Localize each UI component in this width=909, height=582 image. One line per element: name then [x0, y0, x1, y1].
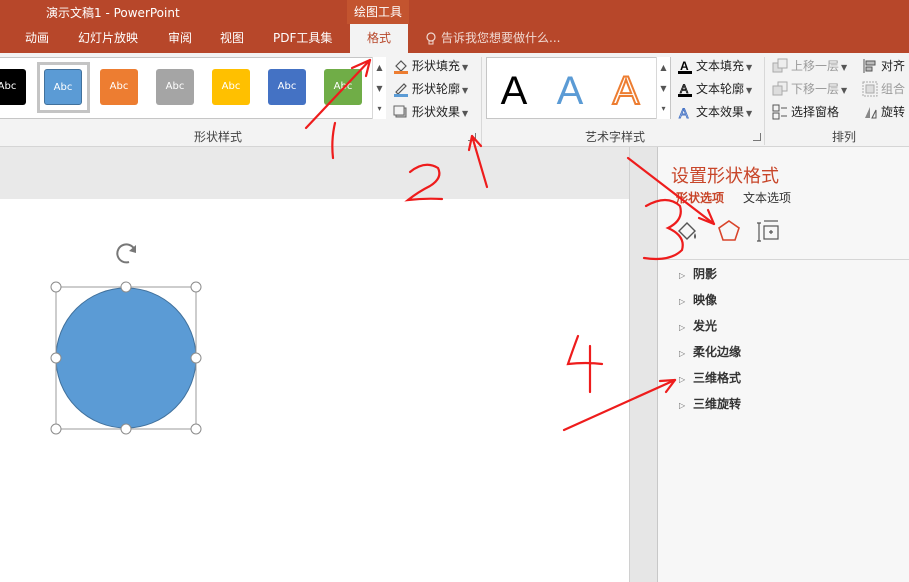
- align-button[interactable]: 对齐: [862, 56, 905, 76]
- gallery-more-button[interactable]: ▾: [372, 98, 386, 119]
- tab-format[interactable]: 格式: [350, 24, 408, 53]
- shape-style-gold[interactable]: Abc: [212, 69, 250, 105]
- wordart-scroll-down-button[interactable]: ▼: [656, 78, 670, 99]
- shape-style-blue[interactable]: Abc: [44, 69, 82, 105]
- tell-me-box[interactable]: 告诉我您想要做什么...: [425, 24, 560, 53]
- text-fill-icon: A: [678, 59, 692, 74]
- paint-bucket-icon: [394, 60, 408, 74]
- wordart-style-black[interactable]: A: [486, 62, 542, 120]
- text-outline-icon: A: [678, 82, 692, 97]
- resize-handle-right[interactable]: [190, 352, 202, 364]
- resize-handle-top-right[interactable]: [190, 281, 202, 293]
- section-3d-rotation[interactable]: ▷ 三维旋转: [679, 395, 741, 413]
- ribbon-tab-bar: 动画 幻灯片放映 审阅 视图 PDF工具集 格式 告诉我您想要做什么...: [0, 24, 909, 53]
- send-backward-icon: [772, 81, 788, 96]
- lightbulb-icon: [426, 32, 436, 45]
- drawing-tools-context-label: 绘图工具: [347, 0, 409, 24]
- annotation-number-2: [404, 163, 444, 202]
- wordart-more-button[interactable]: ▾: [656, 98, 670, 119]
- gallery-scroll-up-button[interactable]: ▲: [372, 57, 386, 78]
- shape-style-gray[interactable]: Abc: [156, 69, 194, 105]
- size-properties-icon[interactable]: [756, 217, 782, 245]
- selection-pane-button[interactable]: 选择窗格: [772, 102, 839, 122]
- section-shadow[interactable]: ▷ 阴影: [679, 265, 717, 283]
- tab-pdf-tools[interactable]: PDF工具集: [273, 24, 332, 53]
- format-shape-pane: 设置形状格式 形状选项 文本选项 ▷ 阴影 ▷ 映像 ▷ 发光 ▷ 柔化边缘 ▷ 三维格式…: [657, 147, 909, 582]
- text-fill-button[interactable]: A 文本填充 ▼: [677, 56, 752, 76]
- tab-animations[interactable]: 动画: [25, 24, 49, 53]
- svg-text:A: A: [679, 105, 689, 120]
- tab-review[interactable]: 审阅: [168, 24, 192, 53]
- wordart-style-blue[interactable]: A: [542, 62, 598, 120]
- title-bar: 演示文稿1 - PowerPoint 绘图工具: [0, 0, 909, 24]
- shape-outline-button[interactable]: 形状轮廓 ▼: [393, 79, 468, 99]
- effects-pentagon-icon[interactable]: [716, 217, 742, 245]
- svg-text:A: A: [680, 59, 689, 73]
- tab-slideshow[interactable]: 幻灯片放映: [78, 24, 138, 53]
- section-reflection[interactable]: ▷ 映像: [679, 291, 717, 309]
- powerpoint-window: 演示文稿1 - PowerPoint 绘图工具 动画 幻灯片放映 审阅 视图 P…: [0, 0, 909, 582]
- gallery-scroll-down-button[interactable]: ▼: [372, 78, 386, 99]
- wordart-dialog-launcher[interactable]: [753, 133, 761, 141]
- tab-text-options[interactable]: 文本选项: [743, 189, 791, 206]
- text-effects-button[interactable]: A 文本效果 ▼: [677, 102, 753, 122]
- resize-handle-bottom-right[interactable]: [190, 423, 202, 435]
- selection-pane-icon: [772, 104, 787, 120]
- send-backward-button[interactable]: 下移一层 ▼: [772, 79, 847, 99]
- shape-style-dark-blue[interactable]: Abc: [268, 69, 306, 105]
- section-3d-format[interactable]: ▷ 三维格式: [679, 369, 741, 387]
- ribbon-separator: [481, 57, 482, 145]
- shape-style-orange[interactable]: Abc: [100, 69, 138, 105]
- pane-separator: [658, 259, 909, 260]
- bring-forward-icon: [772, 58, 788, 73]
- arrange-group-label: 排列: [832, 130, 857, 144]
- rotate-icon: [865, 107, 877, 119]
- fill-line-icon[interactable]: [674, 217, 700, 245]
- group-button[interactable]: 组合: [862, 79, 905, 99]
- rotate-button[interactable]: 旋转: [862, 102, 905, 122]
- window-title: 演示文稿1 - PowerPoint: [46, 6, 180, 20]
- wordart-scroll-up-button[interactable]: ▲: [656, 57, 670, 78]
- tab-shape-options[interactable]: 形状选项: [676, 189, 724, 206]
- text-outline-button[interactable]: A 文本轮廓 ▼: [677, 79, 752, 99]
- ribbon-separator: [764, 57, 765, 145]
- rotate-handle-icon[interactable]: [116, 243, 136, 264]
- text-effects-icon: A: [679, 105, 690, 120]
- pencil-icon: [394, 83, 408, 97]
- selected-shape[interactable]: [40, 236, 220, 441]
- resize-handle-left[interactable]: [50, 352, 62, 364]
- shape-fill-button[interactable]: 形状填充 ▼: [393, 56, 468, 76]
- shape-effects-button[interactable]: 形状效果 ▼: [393, 102, 468, 122]
- shape-styles-group-label: 形状样式: [194, 130, 243, 144]
- resize-handle-bottom[interactable]: [120, 423, 132, 435]
- shape-style-black[interactable]: Abc: [0, 69, 26, 105]
- bring-forward-button[interactable]: 上移一层 ▼: [772, 56, 847, 76]
- shape-style-green[interactable]: Abc: [324, 69, 362, 105]
- resize-handle-top-left[interactable]: [50, 281, 62, 293]
- shape-styles-dialog-launcher[interactable]: [468, 133, 476, 141]
- group-icon: [862, 81, 878, 97]
- tab-view[interactable]: 视图: [220, 24, 244, 53]
- vertical-scrollbar[interactable]: [629, 147, 657, 582]
- resize-handle-top[interactable]: [120, 281, 132, 293]
- section-glow[interactable]: ▷ 发光: [679, 317, 717, 335]
- align-icon: [863, 59, 876, 73]
- shape-effects-icon: [393, 105, 407, 118]
- resize-handle-bottom-left[interactable]: [50, 423, 62, 435]
- wordart-style-orange-outline[interactable]: A: [598, 62, 654, 120]
- svg-text:A: A: [680, 82, 688, 96]
- wordart-styles-group-label: 艺术字样式: [585, 130, 646, 144]
- pane-title: 设置形状格式: [671, 166, 779, 187]
- section-soft-edges[interactable]: ▷ 柔化边缘: [679, 343, 741, 361]
- circle-shape[interactable]: [55, 287, 197, 429]
- tell-me-text: 告诉我您想要做什么...: [441, 31, 561, 45]
